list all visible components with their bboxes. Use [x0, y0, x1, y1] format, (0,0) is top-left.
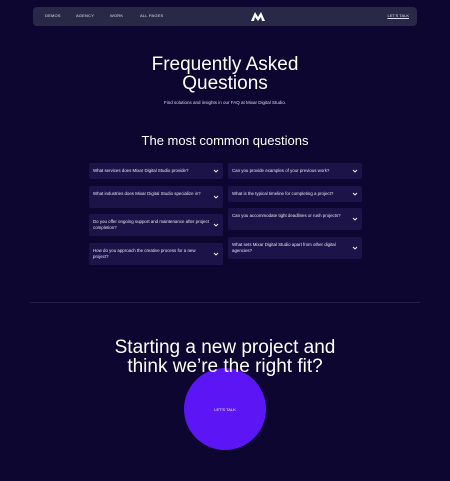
faq-question: What services does Mixar Digital Studio … — [93, 168, 189, 173]
faq-question: What industries does Mixar Digital Studi… — [93, 191, 201, 196]
chevron-down-icon — [213, 252, 219, 256]
faq-question: What is the typical timeline for complet… — [232, 191, 334, 196]
faq-question: Can you provide examples of your previou… — [232, 168, 330, 173]
faq-question: Can you accommodate tight deadlines or r… — [232, 213, 341, 218]
faq-item[interactable]: Can you accommodate tight deadlines or r… — [228, 208, 362, 230]
m-logo-icon[interactable] — [251, 12, 265, 21]
page-title-line1: Frequently Asked — [151, 54, 299, 75]
faq-item[interactable]: How do you approach the creative process… — [89, 243, 223, 265]
faq-item[interactable]: What sets Mixar Digital Studio apart fro… — [228, 237, 362, 259]
faq-item[interactable]: Do you offer ongoing support and mainten… — [89, 214, 223, 236]
nav-link-agency[interactable]: AGENCY — [76, 13, 94, 18]
page-title-line2: Questions — [182, 73, 268, 94]
nav-link-work[interactable]: WORK — [110, 13, 123, 18]
faq-item[interactable]: What industries does Mixar Digital Studi… — [89, 186, 223, 208]
faq-question: What sets Mixar Digital Studio apart fro… — [232, 242, 336, 253]
chevron-down-icon — [352, 246, 358, 250]
faq-item[interactable]: What services does Mixar Digital Studio … — [89, 163, 223, 179]
chevron-down-icon — [352, 217, 358, 221]
lets-talk-button[interactable]: LET'S TALK — [184, 368, 266, 450]
lets-talk-label: LET'S TALK — [214, 407, 236, 412]
chevron-down-icon — [213, 169, 219, 173]
nav-link-all-pages[interactable]: ALL PAGES — [140, 13, 163, 18]
chevron-down-icon — [352, 192, 358, 196]
faq-item[interactable]: What is the typical timeline for complet… — [228, 186, 362, 202]
chevron-down-icon — [352, 169, 358, 173]
cta-title: Starting a new project and think we’re t… — [0, 338, 450, 376]
section-divider — [30, 302, 420, 303]
cta-title-line2: think we’re the right fit? — [127, 356, 323, 377]
nav-link-demos[interactable]: DEMOS — [45, 13, 61, 18]
faq-heading: The most common questions — [141, 133, 309, 148]
faq-question: How do you approach the creative process… — [93, 248, 196, 259]
chevron-down-icon — [213, 223, 219, 227]
faq-item[interactable]: Can you provide examples of your previou… — [228, 163, 362, 179]
top-nav-bar: DEMOS AGENCY WORK ALL PAGES LET'S TALK — [33, 7, 417, 26]
nav-lets-talk-link[interactable]: LET'S TALK — [387, 13, 409, 18]
page-subtitle: Find solutions and insights in our FAQ a… — [163, 100, 287, 105]
chevron-down-icon — [213, 195, 219, 199]
cta-title-line1: Starting a new project and — [114, 337, 336, 358]
faq-question: Do you offer ongoing support and mainten… — [93, 219, 209, 230]
